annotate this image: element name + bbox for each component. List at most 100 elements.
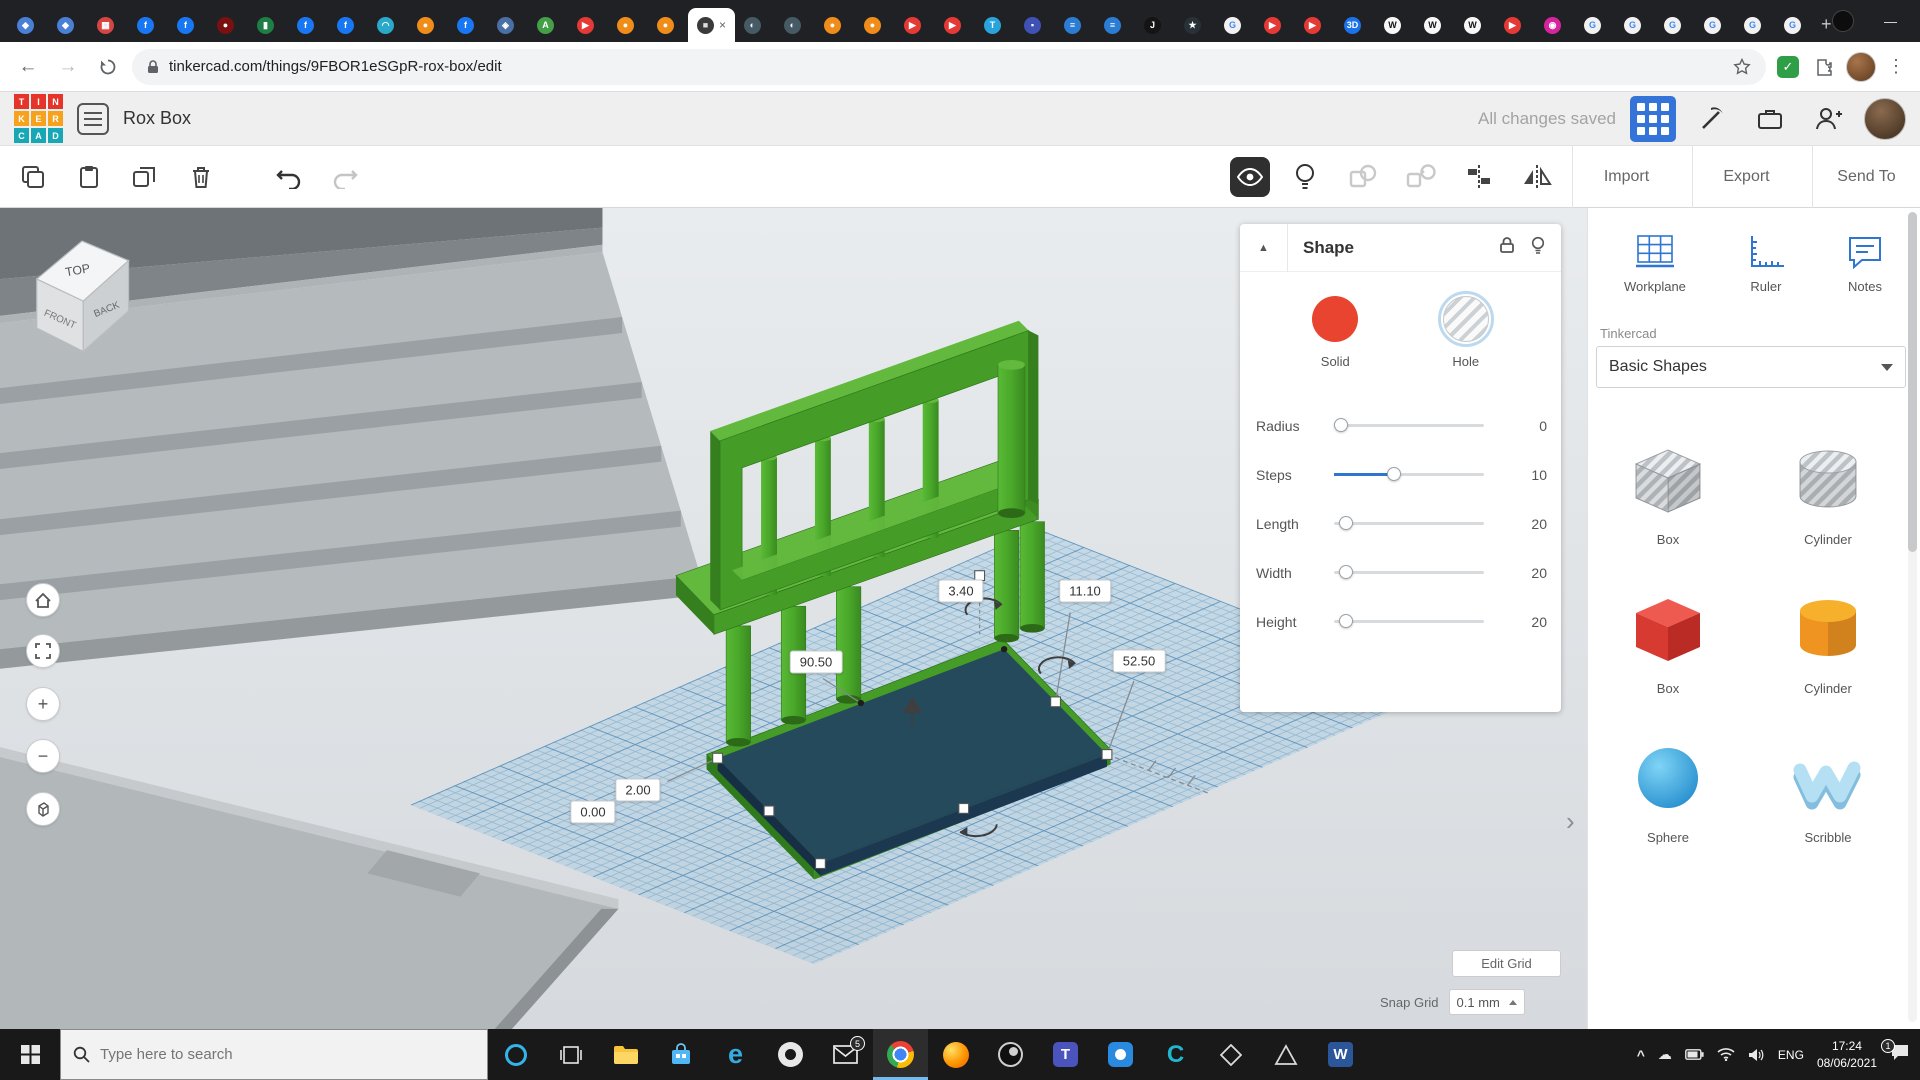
browser-tab[interactable]: f [168,8,208,42]
browser-tab[interactable]: ● [648,8,688,42]
solid-material-option[interactable]: Solid [1312,296,1359,369]
slider-value[interactable]: 10 [1503,467,1547,483]
chrome-button[interactable] [873,1029,928,1080]
titlebar-app-icon[interactable] [1831,10,1854,32]
browser-tab[interactable]: ● [855,8,895,42]
start-button[interactable] [0,1029,60,1080]
zoom-out-button[interactable]: − [26,739,60,773]
browser-tab[interactable]: T [975,8,1015,42]
dimension-field[interactable]: 11.10 [1059,579,1111,603]
browser-tab[interactable]: ◆ [8,8,48,42]
action-center-button[interactable]: 1 [1881,1038,1910,1067]
browser-menu-icon[interactable]: ⋮ [1884,56,1908,77]
mail-button[interactable]: 5 [818,1029,873,1080]
group-button[interactable] [1340,154,1386,200]
browser-tab[interactable]: W [1375,8,1415,42]
paste-button[interactable] [66,154,112,200]
browser-tab[interactable]: W [1415,8,1455,42]
task-view-button[interactable] [543,1029,598,1080]
snap-grid-select[interactable]: 0.1 mm [1448,989,1525,1015]
browser-tab[interactable]: ≡ [1095,8,1135,42]
briefcase-icon[interactable] [1748,97,1792,141]
search-input[interactable] [100,1046,440,1063]
obs-button[interactable] [983,1029,1038,1080]
slider-knob[interactable] [1339,565,1353,579]
browser-tab[interactable]: ◐ [735,8,775,42]
shape-sphere[interactable]: Sphere [1622,732,1714,845]
browser-tab[interactable]: f [448,8,488,42]
minimize-button[interactable]: — [1868,0,1914,42]
browser-tab[interactable]: ▪ [1015,8,1055,42]
extensions-puzzle-icon[interactable] [1810,53,1838,81]
back-button[interactable]: ← [12,51,44,83]
wifi-icon[interactable] [1717,1048,1735,1061]
perspective-toggle-button[interactable] [26,792,60,826]
unity-button[interactable] [1203,1029,1258,1080]
browser-tab[interactable]: ≡ [1055,8,1095,42]
browser-tab[interactable]: ▶ [1295,8,1335,42]
onedrive-cloud-icon[interactable]: ☁ [1658,1046,1672,1063]
slider-track[interactable] [1334,467,1484,481]
design-title[interactable]: Rox Box [123,108,191,129]
shape-box-hole[interactable]: Box [1622,434,1714,547]
dimension-field[interactable]: 0.00 [570,800,616,824]
bookmark-star-icon[interactable] [1732,57,1752,77]
add-user-icon[interactable] [1806,97,1850,141]
slider-track[interactable] [1334,614,1484,628]
browser-tab[interactable]: ● [208,8,248,42]
new-tab-button[interactable]: + [1821,10,1832,38]
address-bar[interactable]: tinkercad.com/things/9FBOR1eSGpR-rox-box… [132,48,1766,85]
light-mode-button[interactable] [1282,154,1328,200]
home-view-button[interactable] [26,583,60,617]
taskbar-search[interactable] [60,1029,488,1080]
browser-tab[interactable]: ▮ [248,8,288,42]
tinkercad-logo[interactable]: TIN KER CAD [14,94,63,143]
github-button[interactable] [763,1029,818,1080]
shape-scribble[interactable]: Scribble [1782,732,1874,845]
tab-close-icon[interactable]: × [719,18,726,32]
shape-library-select[interactable]: Basic Shapes [1596,346,1906,388]
lock-shape-icon[interactable] [1499,236,1515,259]
browser-tab[interactable]: G [1615,8,1655,42]
browser-tab[interactable]: ▶ [568,8,608,42]
browser-tab[interactable]: ▶ [895,8,935,42]
user-avatar[interactable] [1864,97,1906,140]
url-text[interactable]: tinkercad.com/things/9FBOR1eSGpR-rox-box… [169,58,1723,75]
dimension-field[interactable]: 90.50 [789,650,843,674]
cortana-button[interactable] [488,1029,543,1080]
browser-tab[interactable]: G [1655,8,1695,42]
duplicate-button[interactable] [122,154,168,200]
browser-tab[interactable]: 3D [1335,8,1375,42]
dimension-field[interactable]: 52.50 [1112,649,1166,673]
mirror-button[interactable] [1514,154,1560,200]
dimension-field[interactable]: 2.00 [615,778,661,802]
ruler-tool[interactable]: Ruler [1746,234,1786,294]
browser-tab[interactable]: W [1455,8,1495,42]
browser-tab[interactable]: ▶ [1255,8,1295,42]
browser-tab[interactable]: ● [608,8,648,42]
browser-tab[interactable]: ◉ [1535,8,1575,42]
design-menu-icon[interactable] [77,102,109,135]
camera-app-button[interactable] [1093,1029,1148,1080]
slider-track[interactable] [1334,565,1484,579]
browser-profile-avatar[interactable] [1846,51,1876,82]
align-button[interactable] [1456,154,1502,200]
word-button[interactable]: W [1313,1029,1368,1080]
send-to-button[interactable]: Send To [1812,145,1920,208]
browser-tab[interactable]: ▶ [1495,8,1535,42]
browser-tab[interactable]: f [128,8,168,42]
browser-tab[interactable]: ◈ [488,8,528,42]
browser-tab[interactable]: ▶ [935,8,975,42]
microsoft-store-button[interactable] [653,1029,708,1080]
undo-button[interactable] [266,154,312,200]
browser-tab[interactable]: G [1695,8,1735,42]
browser-tab[interactable]: ◠ [368,8,408,42]
edge-button[interactable]: e [708,1029,763,1080]
slicer-button[interactable] [1258,1029,1313,1080]
sidebar-collapse-chevron[interactable]: › [1566,806,1575,837]
blocks-view-button[interactable] [1630,95,1676,142]
browser-tab[interactable]: A [528,8,568,42]
sidebar-scrollbar[interactable] [1908,212,1917,1022]
shape-box-solid[interactable]: Box [1622,583,1714,696]
zoom-in-button[interactable]: + [26,687,60,721]
